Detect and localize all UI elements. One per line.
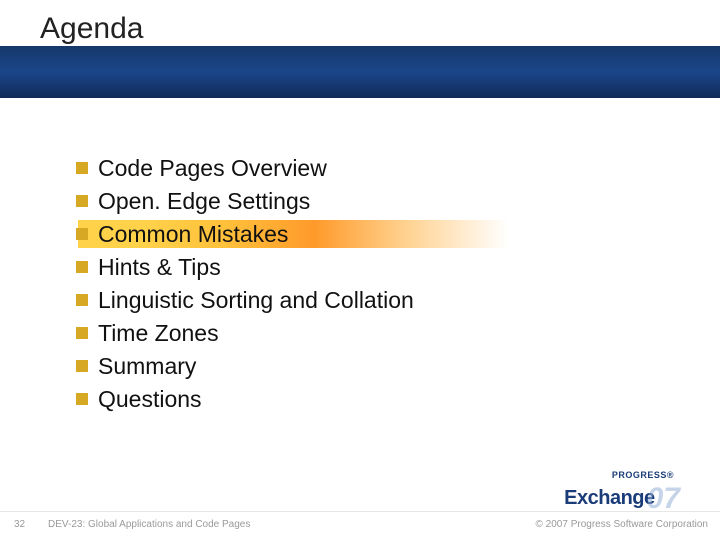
logo-exchange-text: Exchange (564, 488, 654, 508)
agenda-item: Time Zones (76, 317, 414, 349)
agenda-item: Summary (76, 350, 414, 382)
logo: PROGRESS® Exchange 07 (564, 471, 680, 510)
agenda-item: Code Pages Overview (76, 152, 414, 184)
copyright: © 2007 Progress Software Corporation (536, 519, 708, 530)
agenda-list: Code Pages Overview Open. Edge Settings Co… (76, 152, 414, 416)
square-bullet-icon (76, 261, 88, 273)
logo-year-text: 07 (647, 484, 680, 514)
square-bullet-icon (76, 393, 88, 405)
title-bar (0, 46, 720, 98)
square-bullet-icon (76, 360, 88, 372)
square-bullet-icon (76, 162, 88, 174)
logo-progress-text: PROGRESS® (564, 471, 680, 480)
slide-title: Agenda (40, 12, 143, 46)
agenda-item: Open. Edge Settings (76, 185, 414, 217)
logo-main-row: Exchange 07 (564, 480, 680, 510)
agenda-item-label: Summary (98, 353, 196, 380)
agenda-item-label: Hints & Tips (98, 254, 221, 281)
agenda-item-label: Time Zones (98, 320, 219, 347)
slide: Agenda Code Pages Overview Open. Edge Set… (0, 0, 720, 540)
agenda-item-label: Open. Edge Settings (98, 188, 310, 215)
square-bullet-icon (76, 327, 88, 339)
square-bullet-icon (76, 294, 88, 306)
agenda-item-label: Common Mistakes (98, 221, 288, 248)
square-bullet-icon (76, 228, 88, 240)
session-title: DEV-23: Global Applications and Code Pag… (48, 519, 250, 530)
square-bullet-icon (76, 195, 88, 207)
agenda-item: Hints & Tips (76, 251, 414, 283)
agenda-item-label: Questions (98, 386, 202, 413)
agenda-item-label: Code Pages Overview (98, 155, 327, 182)
slide-number: 32 (14, 519, 25, 530)
agenda-item-label: Linguistic Sorting and Collation (98, 287, 414, 314)
footer-divider (0, 511, 720, 512)
agenda-item: Linguistic Sorting and Collation (76, 284, 414, 316)
agenda-item: Questions (76, 383, 414, 415)
agenda-item: Common Mistakes (76, 218, 414, 250)
